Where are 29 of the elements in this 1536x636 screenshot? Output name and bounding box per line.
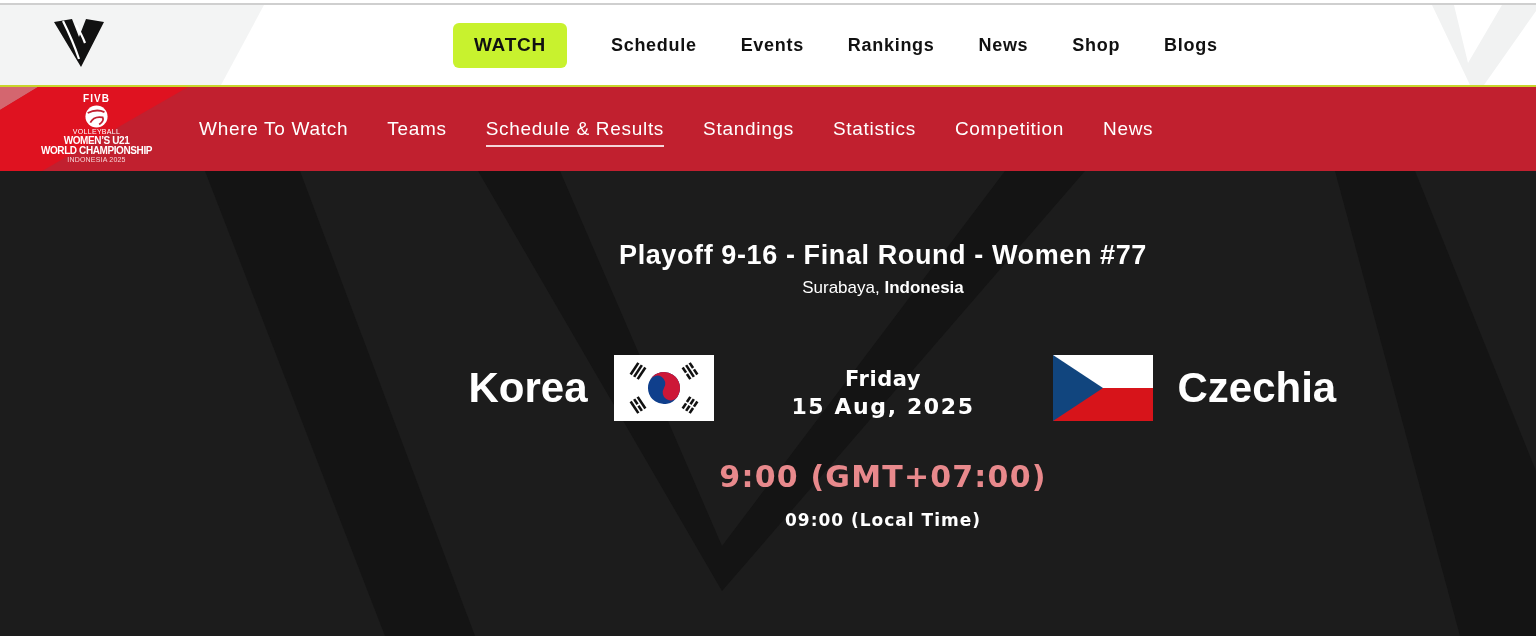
nav-link[interactable]: Shop	[1072, 33, 1121, 57]
nav-link[interactable]: Schedule	[611, 33, 697, 57]
nav-tab[interactable]: Competition	[954, 111, 1064, 147]
nav-link[interactable]: Events	[740, 33, 804, 57]
watch-button[interactable]: WATCH	[453, 22, 567, 68]
venue-text: Surabaya, Indonesia	[802, 277, 964, 299]
match-time: 9:00 (GMT+07:00)	[719, 458, 1047, 496]
flag-icon	[613, 355, 714, 421]
flag-icon	[1052, 355, 1153, 421]
nav-link[interactable]: Rankings	[847, 33, 935, 57]
nav-tab[interactable]: News	[1103, 111, 1154, 147]
nav-tab[interactable]: Teams	[387, 111, 447, 147]
nav-tab[interactable]: Standings	[703, 111, 794, 147]
v-logo-icon[interactable]	[54, 19, 104, 67]
nav-tab[interactable]: Where To Watch	[199, 111, 349, 147]
nav-tab[interactable]: Schedule & Results	[485, 111, 665, 147]
logo-org-text: FIVB	[83, 94, 110, 104]
match-day: Friday	[845, 365, 921, 393]
logo-title-text: WORLD CHAMPIONSHIP	[40, 146, 153, 156]
nav-tab[interactable]: Statistics	[832, 111, 916, 147]
nav-link[interactable]: Blogs	[1164, 33, 1218, 57]
local-time: 09:00 (Local Time)	[784, 509, 981, 532]
match-date: 15 Aug, 2025	[791, 393, 975, 421]
logo-title-text: WOMEN’S U21	[63, 136, 130, 146]
team-name: Czechia	[1177, 363, 1337, 413]
nav-link[interactable]: News	[978, 33, 1029, 57]
match-title: Playoff 9-16 - Final Round - Women #77	[619, 239, 1147, 271]
team-name: Korea	[468, 363, 588, 413]
ball-icon	[85, 105, 108, 128]
